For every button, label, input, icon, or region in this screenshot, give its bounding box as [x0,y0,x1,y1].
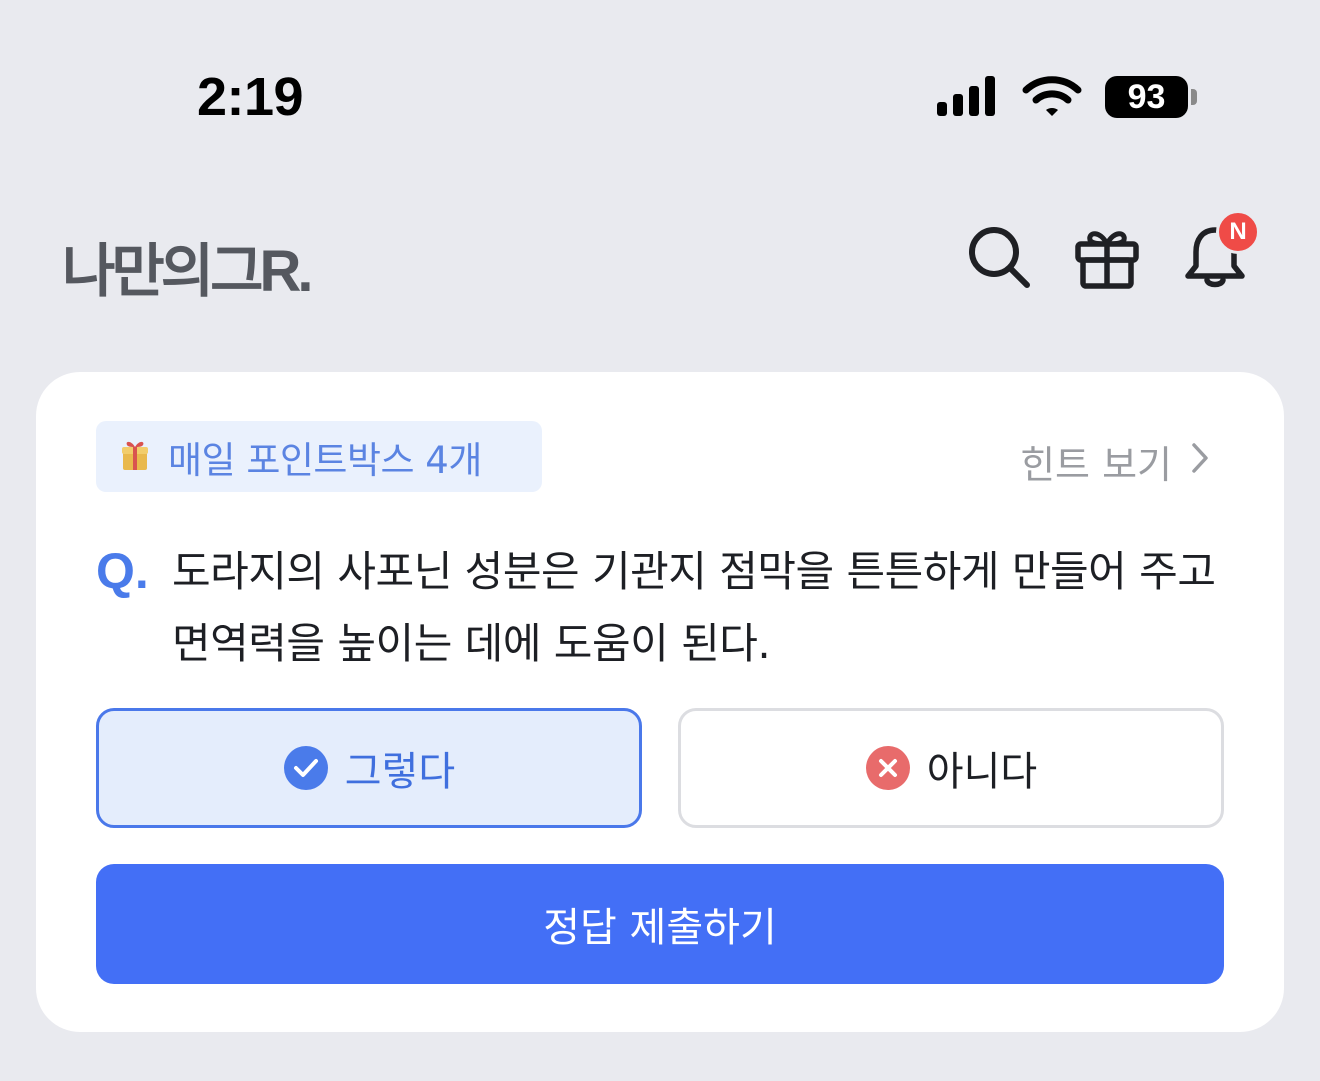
answer-no-button[interactable]: 아니다 [678,708,1224,828]
search-icon[interactable] [964,222,1034,292]
quiz-card: 매일 포인트박스 4개 힌트 보기 Q. 도라지의 사포닌 성분은 기관지 점막… [36,372,1284,1032]
battery-nub [1191,89,1197,105]
app-logo[interactable]: 나만의그R. [62,224,313,308]
answer-no-label: 아니다 [926,749,1038,795]
gift-icon[interactable] [1072,222,1142,292]
answer-yes-label: 그렇다 [344,749,456,795]
chevron-right-icon [1190,440,1210,484]
submit-answer-button[interactable]: 정답 제출하기 [96,864,1224,984]
pointbox-label: 매일 포인트박스 4개 [168,438,482,482]
hint-label: 힌트 보기 [1020,443,1172,487]
notification-badge: N [1216,210,1260,254]
gift-box-icon [120,438,150,476]
app-screen: 2:19 93 나만의그R. N 매일 포인트박스 4개 힌트 보기 Q. 도라… [0,0,1320,1081]
hint-link[interactable]: 힌트 보기 [1020,434,1210,489]
wifi-icon [1022,74,1082,122]
battery-indicator: 93 [1105,76,1188,118]
question-text: 도라지의 사포닌 성분은 기관지 점막을 튼튼하게 만들어 주고 면역력을 높이… [172,547,1216,668]
answer-yes-button[interactable]: 그렇다 [96,708,642,828]
check-circle-icon [283,745,329,791]
cellular-signal-icon [937,76,995,116]
status-time: 2:19 [197,67,304,127]
x-circle-icon [865,745,911,791]
daily-pointbox-banner[interactable]: 매일 포인트박스 4개 [96,421,542,492]
question-mark: Q. [96,543,149,599]
